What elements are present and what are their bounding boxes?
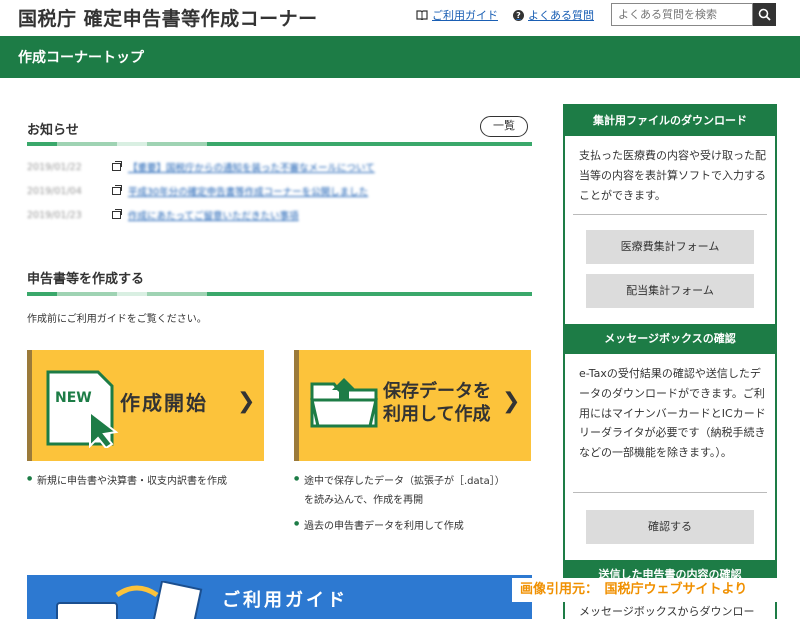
news-link[interactable]: 作成にあたってご留意いただきたい事項 bbox=[128, 208, 299, 222]
faq-link-label[interactable]: よくある質問 bbox=[528, 7, 594, 23]
new-document-icon: NEW bbox=[46, 370, 119, 448]
site-header: 国税庁 確定申告書等作成コーナー ご利用ガイド ? よくある質問 bbox=[0, 0, 800, 36]
folder-upload-icon bbox=[310, 378, 378, 428]
saved-data-label-line1: 保存データを bbox=[383, 381, 491, 402]
news-link[interactable]: 平成30年分の確定申告書等作成コーナーを公開しました bbox=[128, 184, 368, 198]
search-button[interactable] bbox=[753, 3, 776, 26]
download-heading: 集計用ファイルのダウンロード bbox=[565, 106, 775, 136]
saved-card-bullet-cont: を読み込んで、作成を再開 bbox=[304, 495, 424, 506]
guide-link[interactable]: ご利用ガイド bbox=[416, 7, 498, 23]
create-lead: 作成前にご利用ガイドをご覧ください。 bbox=[27, 314, 207, 325]
new-create-card[interactable]: NEW 作成開始 ❯ bbox=[27, 350, 264, 461]
messagebox-text: e-Taxの受付結果の確認や送信したデータのダウンロードができます。ご利用にはマ… bbox=[579, 367, 766, 460]
news-all-button[interactable]: 一覧 bbox=[480, 116, 528, 137]
image-credit: 画像引用元： 国税庁ウェブサイトより bbox=[512, 578, 778, 602]
external-window-icon bbox=[112, 161, 122, 171]
external-window-icon bbox=[112, 185, 122, 195]
confirm-button[interactable]: 確認する bbox=[586, 510, 754, 544]
news-item[interactable]: 2019/01/23 作成にあたってご留意いただきたい事項 bbox=[27, 208, 299, 222]
news-link[interactable]: 【重要】国税庁からの通知を装った不審なメールについて bbox=[128, 160, 375, 174]
news-heading: お知らせ bbox=[27, 123, 79, 138]
top-nav-link[interactable]: 作成コーナートップ bbox=[18, 47, 144, 67]
saved-data-label[interactable]: 保存データを 利用して作成 bbox=[383, 380, 491, 427]
chevron-right-icon: ❯ bbox=[502, 389, 521, 414]
sent-check-text: メッセージボックスからダウンロー bbox=[579, 605, 755, 618]
create-heading: 申告書等を作成する bbox=[27, 272, 145, 287]
saved-data-label-line2: 利用して作成 bbox=[383, 404, 491, 426]
divider bbox=[573, 214, 767, 215]
saved-data-card[interactable]: 保存データを 利用して作成 ❯ bbox=[294, 350, 531, 461]
guide-banner-label[interactable]: ご利用ガイド bbox=[222, 586, 348, 612]
chevron-right-icon: ❯ bbox=[237, 389, 256, 414]
book-icon bbox=[416, 10, 428, 20]
faq-link[interactable]: ? よくある質問 bbox=[513, 7, 594, 23]
saved-card-bullet: 途中で保存したデータ（拡張子が［.data］） bbox=[294, 472, 505, 491]
news-item[interactable]: 2019/01/22 【重要】国税庁からの通知を装った不審なメールについて bbox=[27, 160, 375, 174]
new-card-bullet: 新規に申告書や決算書・収支内訳書を作成 bbox=[27, 472, 227, 491]
news-date: 2019/01/04 bbox=[27, 185, 82, 197]
guide-illustration-icon bbox=[56, 581, 203, 619]
sidebar: 集計用ファイルのダウンロード 支払った医療費の内容や受け取った配当等の内容を表計… bbox=[563, 104, 777, 619]
guide-link-label[interactable]: ご利用ガイド bbox=[432, 7, 498, 23]
medical-form-button[interactable]: 医療費集計フォーム bbox=[586, 230, 754, 264]
news-date: 2019/01/23 bbox=[27, 209, 82, 221]
dividend-form-button[interactable]: 配当集計フォーム bbox=[586, 274, 754, 308]
news-item[interactable]: 2019/01/04 平成30年分の確定申告書等作成コーナーを公開しました bbox=[27, 184, 368, 198]
messagebox-heading: メッセージボックスの確認 bbox=[565, 324, 775, 354]
guide-banner[interactable]: ご利用ガイド bbox=[27, 575, 532, 619]
saved-card-bullet: 過去の申告書データを利用して作成 bbox=[294, 517, 464, 536]
external-window-icon bbox=[112, 209, 122, 219]
site-title[interactable]: 国税庁 確定申告書等作成コーナー bbox=[18, 4, 318, 31]
divider bbox=[573, 492, 767, 493]
search-input[interactable] bbox=[611, 3, 753, 26]
download-text: 支払った医療費の内容や受け取った配当等の内容を表計算ソフトで入力することができま… bbox=[579, 149, 766, 202]
search-icon bbox=[758, 8, 771, 21]
news-date: 2019/01/22 bbox=[27, 161, 82, 173]
new-create-label[interactable]: 作成開始 bbox=[120, 390, 208, 416]
question-icon: ? bbox=[513, 9, 524, 21]
news-rule bbox=[27, 142, 532, 146]
create-rule bbox=[27, 292, 532, 296]
new-badge: NEW bbox=[55, 390, 92, 406]
top-nav-bar: 作成コーナートップ bbox=[0, 36, 800, 78]
